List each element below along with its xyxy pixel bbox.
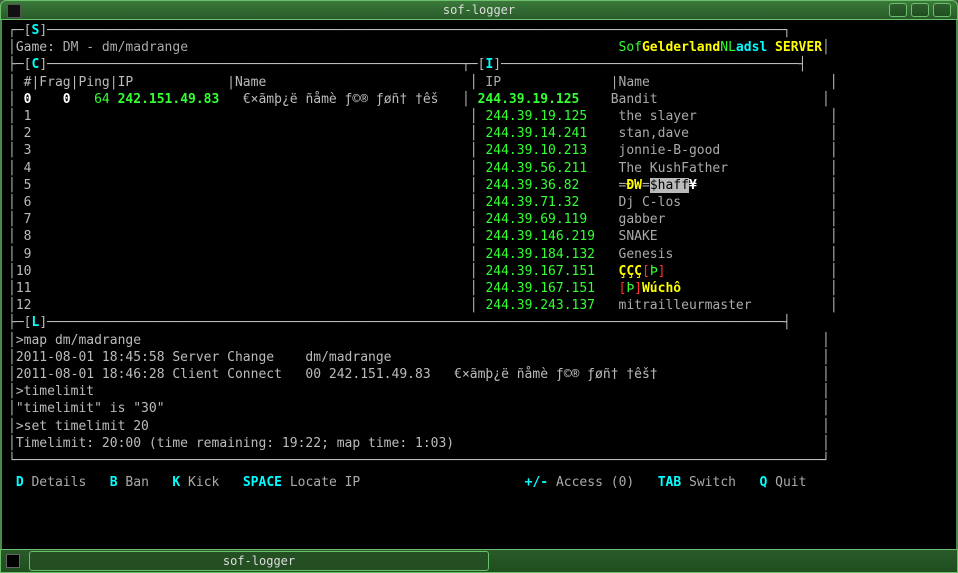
table-row: │ 0 0 64 242.151.49.83 €×ãmþ¿ë ñåmè ƒ©® … — [8, 91, 950, 108]
window-title: sof-logger — [443, 3, 515, 17]
table-header: │ #|Frag|Ping|IP |Name │ IP |Name │ — [8, 74, 950, 91]
window-icon — [7, 4, 21, 18]
game-line: │Game: DM - dm/madrange SofGelderlandNLa… — [8, 39, 950, 56]
terminal[interactable]: ┌─[S]───────────────────────────────────… — [0, 20, 958, 549]
top-border: ┌─[S]───────────────────────────────────… — [8, 22, 950, 39]
start-button[interactable] — [1, 549, 25, 573]
table-row: │ 2 │ 244.39.14.241 stan,dave │ — [8, 125, 950, 142]
table-row: │10 │ 244.39.167.151 ÇÇÇ[Þ] │ — [8, 263, 950, 280]
table-row: │ 9 │ 244.39.184.132 Genesis │ — [8, 246, 950, 263]
table-row: │ 4 │ 244.39.56.211 The KushFather │ — [8, 160, 950, 177]
minimize-button[interactable] — [889, 3, 907, 17]
bottom-border: └───────────────────────────────────────… — [8, 452, 950, 469]
table-row: │ 7 │ 244.39.69.119 gabber │ — [8, 211, 950, 228]
log-output: │>map dm/madrange ││2011-08-01 18:45:58 … — [8, 332, 950, 452]
table-row: │ 6 │ 244.39.71.32 Dj C-los │ — [8, 194, 950, 211]
table-row: │12 │ 244.39.243.137 mitrailleurmaster │ — [8, 297, 950, 314]
table-row: │ 5 │ 244.39.36.82 =ÐW=$haff¥ │ — [8, 177, 950, 194]
taskbar[interactable]: sof-logger — [0, 549, 958, 573]
hotkey-bar: D Details B Ban K Kick SPACE Locate IP +… — [8, 473, 950, 491]
taskbar-item[interactable]: sof-logger — [29, 551, 489, 571]
log-border: ├─[L]───────────────────────────────────… — [8, 314, 950, 331]
window-titlebar[interactable]: sof-logger — [0, 0, 958, 20]
maximize-button[interactable] — [911, 3, 929, 17]
table-row: │ 1 │ 244.39.19.125 the slayer │ — [8, 108, 950, 125]
mid-border: ├─[C]───────────────────────────────────… — [8, 56, 950, 73]
table-row: │ 3 │ 244.39.10.213 jonnie-B-good │ — [8, 142, 950, 159]
close-button[interactable] — [933, 3, 951, 17]
table-row: │ 8 │ 244.39.146.219 SNAKE │ — [8, 228, 950, 245]
table-row: │11 │ 244.39.167.151 [Þ]Wúchô │ — [8, 280, 950, 297]
